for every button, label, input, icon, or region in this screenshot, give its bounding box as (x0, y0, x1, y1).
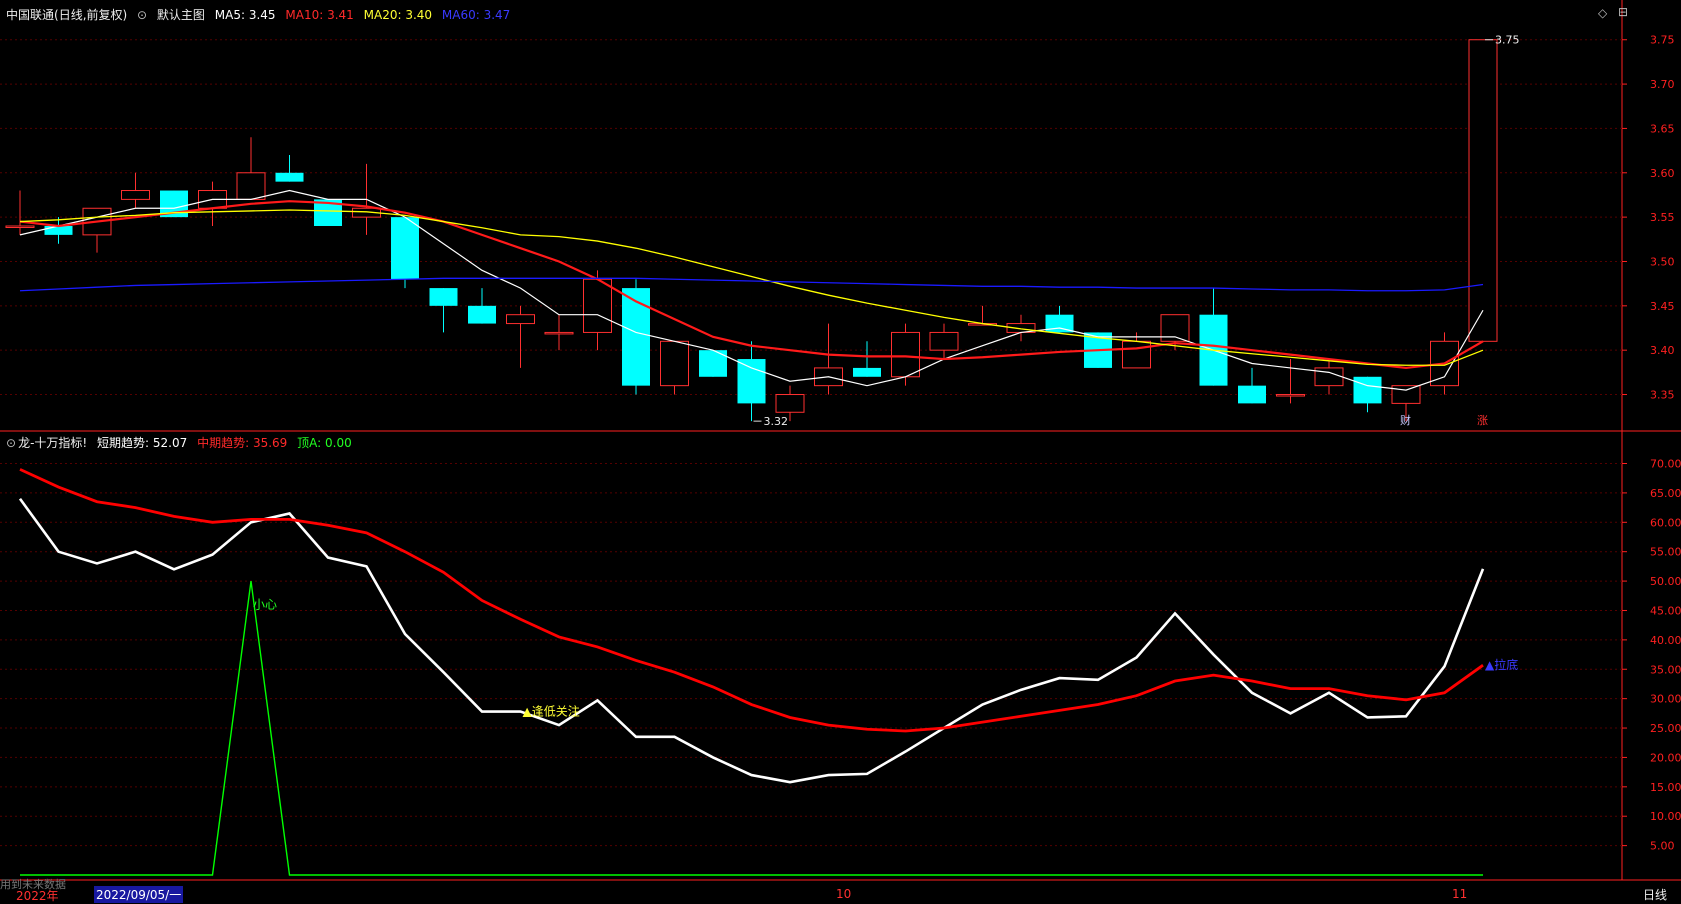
indicator-signal-label: ▲逢低关注 (523, 704, 580, 719)
candle[interactable] (929, 331, 959, 351)
ma60-line (19, 277, 1484, 292)
price-tick-label: 3.55 (1650, 211, 1675, 224)
price-tick-label: 3.50 (1650, 255, 1675, 268)
indicator-tick-label: 15.00 (1650, 781, 1681, 794)
candle[interactable] (891, 331, 920, 378)
ma10-value: MA10: 3.41 (285, 8, 354, 22)
candle[interactable] (737, 359, 766, 404)
candle[interactable] (1353, 376, 1382, 404)
price-extreme-label: 3.75 (1495, 34, 1520, 47)
price-extreme-label: 3.32 (764, 415, 789, 428)
price-tick-label: 3.35 (1650, 389, 1675, 402)
price-tick-label: 3.70 (1650, 78, 1675, 91)
candle[interactable] (1468, 39, 1498, 342)
scroll-handle-icon[interactable]: ⊟ (1618, 5, 1628, 19)
indicator-tick-label: 20.00 (1650, 751, 1681, 764)
indicator-tick-label: 10.00 (1650, 810, 1681, 823)
indicator-tick-label: 25.00 (1650, 722, 1681, 735)
price-tick-label: 3.45 (1650, 300, 1675, 313)
short-trend-line (18, 498, 1485, 784)
candle[interactable] (775, 394, 805, 413)
candle[interactable] (544, 331, 574, 335)
candle[interactable] (660, 340, 689, 387)
top-a-value: 顶A: 0.00 (297, 436, 352, 450)
indicator-settings-icon[interactable]: ⊙ (6, 436, 16, 450)
candle[interactable] (622, 288, 650, 386)
indicator-header: ⊙ 龙-十万指标! 短期趋势: 52.07 中期趋势: 35.69 顶A: 0.0… (6, 434, 358, 451)
indicator-tick-label: 40.00 (1650, 634, 1681, 647)
indicator-tick-label: 55.00 (1650, 546, 1681, 559)
main-chart-label[interactable]: 默认主图 (157, 8, 205, 22)
security-name: 中国联通 (6, 8, 55, 22)
event-marker[interactable]: 涨 (1477, 414, 1488, 427)
period-button[interactable]: 日线 (1643, 886, 1667, 903)
ma60-value: MA60: 3.47 (441, 8, 511, 22)
candle[interactable] (1276, 394, 1305, 397)
indicator-name[interactable]: 龙-十万指标! (18, 436, 87, 450)
indicator-signal-label: ▲拉底 (1485, 657, 1518, 672)
indicator-tick-label: 70.00 (1650, 458, 1681, 471)
candle[interactable] (236, 172, 266, 200)
indicator-tick-label: 30.00 (1650, 693, 1681, 706)
indicator-tick-label: 35.00 (1650, 663, 1681, 676)
month-nov-label: 11 (1452, 887, 1468, 901)
candle[interactable] (853, 367, 881, 377)
indicator-tick-label: 45.00 (1650, 604, 1681, 617)
ma20-value: MA20: 3.40 (363, 8, 433, 22)
event-marker[interactable]: 财 (1400, 413, 1411, 427)
ma5-value: MA5: 3.45 (214, 8, 276, 22)
indicator-tick-label: 5.00 (1650, 840, 1675, 853)
mid-trend-value: 中期趋势: 35.69 (197, 436, 288, 450)
year-label: 2022年 (16, 889, 59, 903)
candle[interactable] (1314, 367, 1344, 387)
diamond-icon[interactable]: ◇ (1598, 6, 1607, 20)
price-tick-label: 3.40 (1650, 344, 1675, 357)
month-oct-label: 10 (836, 887, 852, 901)
price-tick-label: 3.75 (1650, 34, 1675, 47)
candle[interactable] (506, 314, 535, 325)
main-header: 中国联通(日线,前复权) ⊙ 默认主图 MA5: 3.45 MA10: 3.41… (6, 6, 516, 23)
short-trend-value: 短期趋势: 52.07 (97, 436, 188, 450)
candle[interactable] (468, 305, 496, 324)
candle[interactable] (429, 288, 458, 306)
indicator-tick-label: 60.00 (1650, 516, 1681, 529)
candle[interactable] (1122, 340, 1151, 369)
price-tick-label: 3.60 (1650, 167, 1675, 180)
candle[interactable] (391, 217, 419, 280)
indicator-tick-label: 50.00 (1650, 575, 1681, 588)
indicator-tick-label: 65.00 (1650, 487, 1681, 500)
candle[interactable] (1391, 385, 1421, 404)
candle[interactable] (583, 278, 612, 333)
price-tick-label: 3.65 (1650, 122, 1675, 135)
mid-trend-line (19, 468, 1484, 733)
candle[interactable] (121, 190, 150, 200)
cursor-date: 2022/09/05/一 (94, 886, 184, 903)
period-label: (日线,前复权) (54, 8, 128, 22)
settings-icon[interactable]: ⊙ (137, 8, 147, 22)
indicator-signal-label: 小心 (253, 598, 277, 612)
chart-canvas[interactable]: 3.35 3.40 3.45 3.50 3.55 3.60 3.65 3.70 3.75 3.75… (0, 0, 1681, 902)
candle[interactable] (1238, 385, 1266, 404)
candle[interactable] (5, 225, 35, 228)
candle[interactable] (44, 226, 73, 235)
candle[interactable] (275, 172, 304, 182)
